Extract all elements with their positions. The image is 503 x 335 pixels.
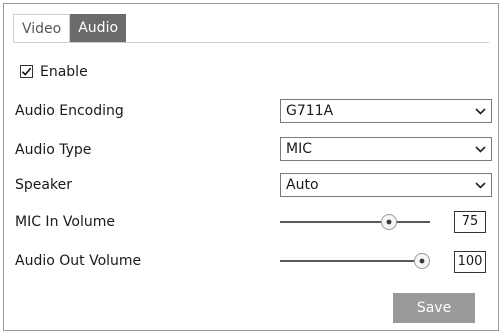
slider-thumb[interactable] <box>414 253 430 269</box>
enable-label: Enable <box>40 64 88 80</box>
audio-out-volume-value[interactable]: 100 <box>454 251 486 273</box>
speaker-label: Speaker <box>15 177 72 193</box>
tab-bar: Video Audio <box>13 14 127 42</box>
audio-out-volume-slider[interactable] <box>280 253 430 269</box>
mic-in-volume-label: MIC In Volume <box>15 214 115 230</box>
audio-type-label: Audio Type <box>15 142 92 158</box>
audio-out-volume-label: Audio Out Volume <box>15 253 142 269</box>
speaker-select[interactable]: Auto <box>280 173 492 197</box>
mic-in-volume-slider[interactable] <box>280 214 430 230</box>
slider-thumb[interactable] <box>380 214 397 230</box>
checkmark-icon <box>21 67 32 76</box>
tab-video[interactable]: Video <box>13 14 71 42</box>
enable-checkbox[interactable] <box>20 65 33 78</box>
tab-divider <box>13 42 489 43</box>
audio-encoding-select[interactable]: G711A <box>280 99 492 123</box>
mic-in-volume-value[interactable]: 75 <box>454 211 486 233</box>
save-button[interactable]: Save <box>393 293 475 323</box>
speaker-value: Auto <box>286 177 319 193</box>
audio-settings-panel: Video Audio <box>3 3 499 331</box>
slider-track <box>280 260 430 262</box>
tab-audio[interactable]: Audio <box>70 14 127 42</box>
audio-encoding-label: Audio Encoding <box>15 103 124 119</box>
chevron-down-icon <box>475 182 486 189</box>
audio-type-value: MIC <box>286 141 312 157</box>
chevron-down-icon <box>475 146 486 153</box>
audio-type-select[interactable]: MIC <box>280 137 492 161</box>
audio-encoding-value: G711A <box>286 103 334 119</box>
slider-track <box>280 221 430 223</box>
chevron-down-icon <box>475 108 486 115</box>
